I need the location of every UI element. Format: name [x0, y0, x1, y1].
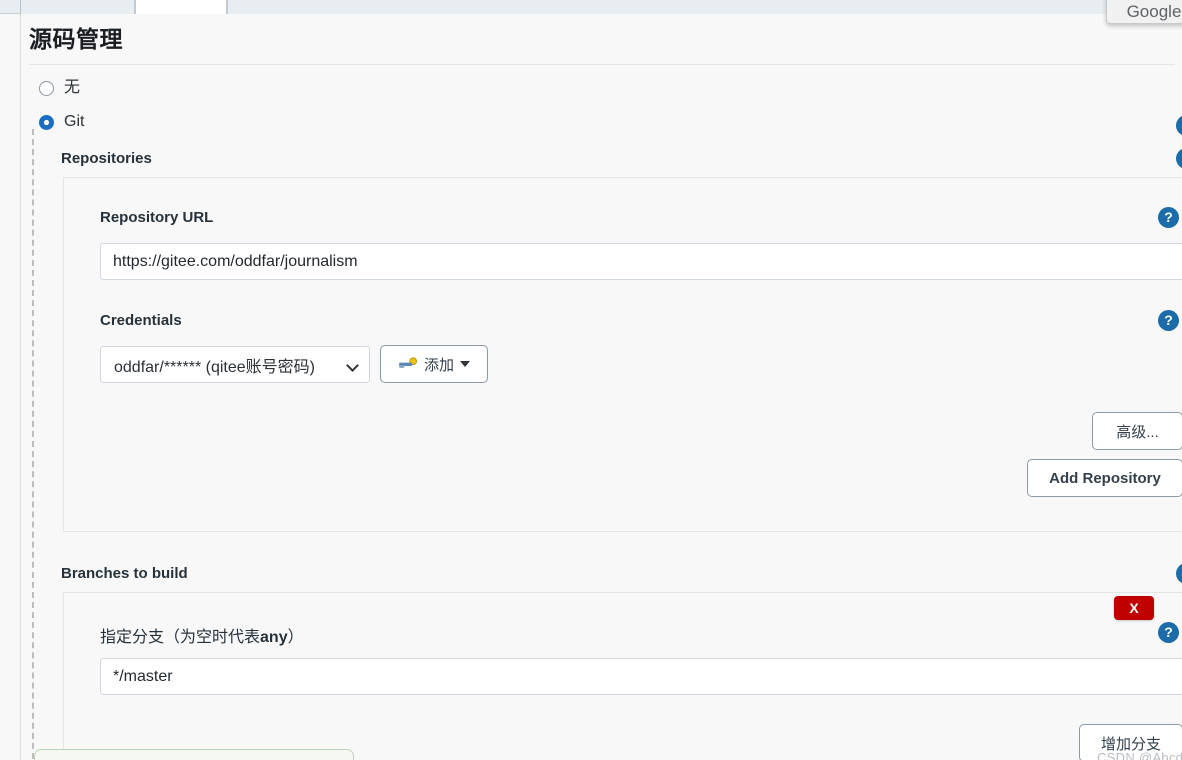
branch-specifier-input[interactable]	[100, 658, 1182, 695]
help-icon-branch-spec[interactable]: ?	[1158, 622, 1179, 643]
branch-spec-suffix: ）	[287, 629, 304, 646]
radio-git-icon[interactable]	[39, 114, 54, 130]
chevron-down-icon	[348, 361, 359, 368]
repository-url-input[interactable]	[100, 243, 1182, 280]
help-icon-git[interactable]: ?	[1176, 115, 1182, 136]
scm-option-none[interactable]: 无	[39, 80, 80, 96]
page-title: 源码管理	[29, 26, 123, 52]
credentials-selected-value: oddfar/****** (qitee账号密码)	[114, 358, 315, 376]
add-credentials-label: 添加	[423, 356, 454, 374]
branch-spec-label: 指定分支（为空时代表any）	[100, 623, 304, 647]
browser-tab-strip	[0, 0, 1182, 14]
branch-spec-bold: any	[260, 629, 288, 646]
add-repository-button[interactable]: Add Repository	[1027, 459, 1182, 497]
watermark: CSDN @Abcdzzr	[1097, 750, 1182, 760]
tab-left[interactable]	[20, 0, 135, 14]
tab-right[interactable]	[227, 0, 1107, 14]
title-divider	[29, 64, 1175, 65]
git-section-guide-line	[32, 129, 34, 759]
add-repository-label: Add Repository	[1049, 469, 1161, 487]
credentials-select-box[interactable]: oddfar/****** (qitee账号密码)	[100, 346, 370, 383]
google-popup[interactable]: Google	[1106, 0, 1182, 24]
help-icon-branches[interactable]: ?	[1176, 563, 1182, 584]
key-icon	[398, 357, 417, 368]
add-credentials-button[interactable]: 添加	[380, 345, 488, 383]
repositories-heading: Repositories	[61, 150, 152, 167]
repository-url-label: Repository URL	[100, 209, 214, 226]
delete-branch-label: X	[1129, 600, 1139, 616]
tab-active[interactable]	[135, 0, 227, 14]
credentials-select[interactable]: oddfar/****** (qitee账号密码)	[100, 346, 370, 383]
caret-down-icon	[460, 361, 470, 367]
google-popup-label: Google	[1126, 2, 1182, 21]
scm-option-git-label: Git	[64, 113, 85, 130]
bottom-notice-box	[34, 749, 354, 760]
help-icon-credentials[interactable]: ?	[1158, 310, 1179, 331]
app-window: 源码管理 无 Git Repositories Repository URL C…	[0, 0, 1182, 760]
scm-option-none-label: 无	[64, 79, 81, 96]
scm-option-git[interactable]: Git	[39, 114, 84, 130]
radio-none-icon[interactable]	[39, 80, 54, 96]
branches-heading: Branches to build	[61, 565, 188, 582]
advanced-label: 高级...	[1116, 423, 1159, 441]
help-icon-repository-url[interactable]: ?	[1158, 207, 1179, 228]
branch-spec-prefix: 指定分支（为空时代表	[100, 629, 261, 646]
advanced-button[interactable]: 高级...	[1092, 412, 1182, 450]
scm-config-page: 源码管理 无 Git Repositories Repository URL C…	[20, 14, 1182, 760]
help-icon-repositories[interactable]: ?	[1176, 148, 1182, 169]
credentials-label: Credentials	[100, 312, 182, 329]
delete-branch-button[interactable]: X	[1114, 596, 1154, 620]
